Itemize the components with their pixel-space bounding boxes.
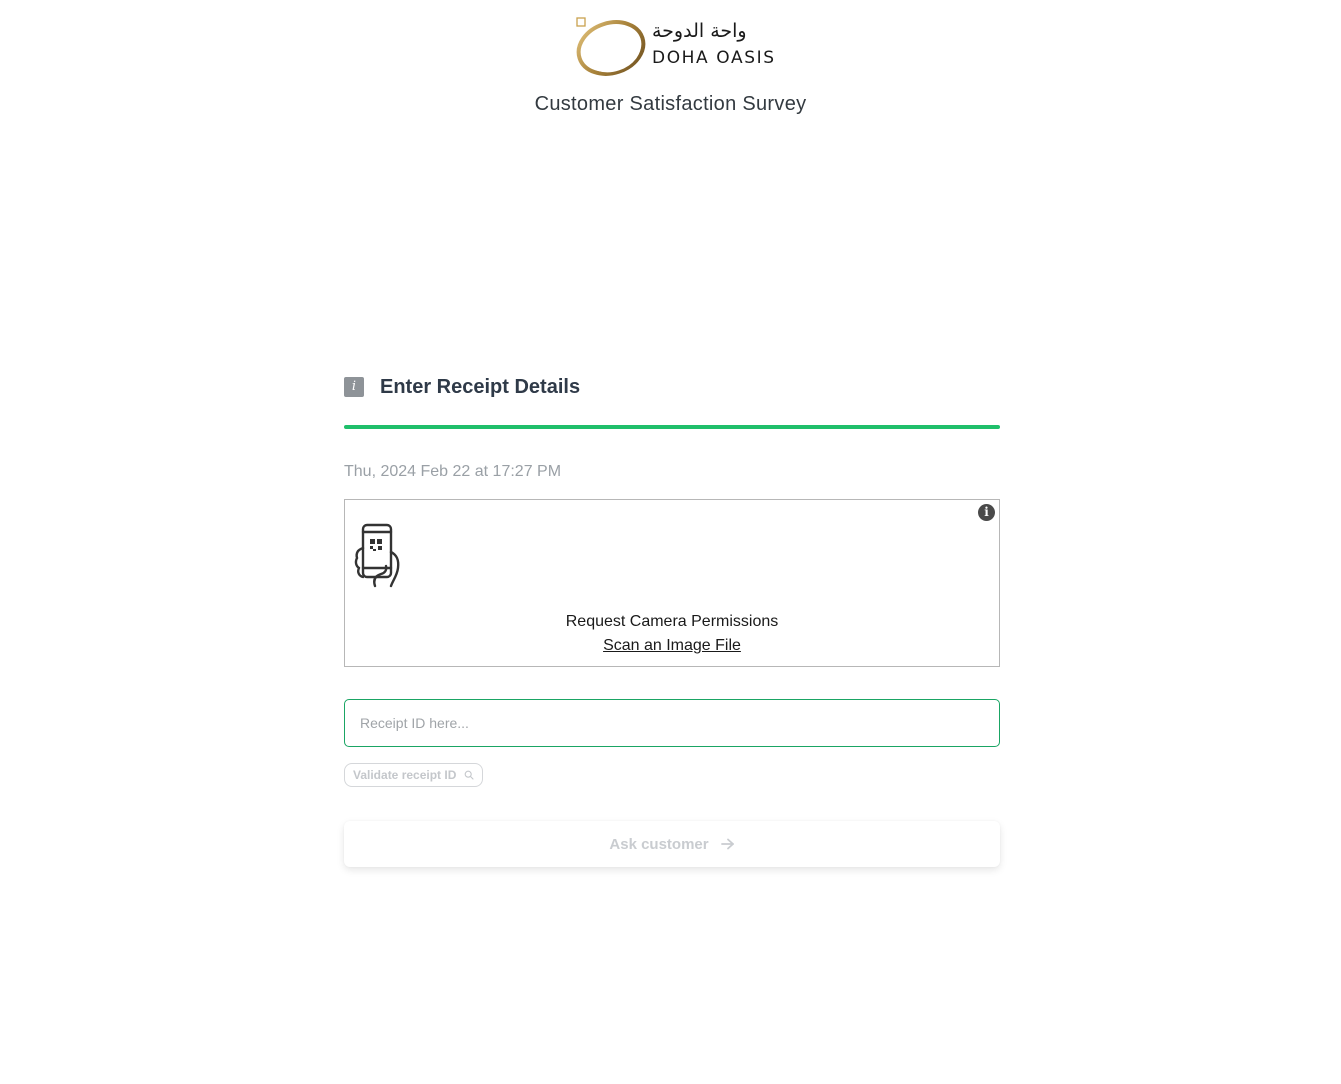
info-badge-icon: i xyxy=(344,377,364,397)
progress-bar xyxy=(344,425,1000,429)
step-header: i Enter Receipt Details xyxy=(344,372,1000,402)
arrow-right-icon xyxy=(720,838,734,850)
doha-oasis-logo: واحة الدوحة DOHA OASIS xyxy=(574,14,774,78)
receipt-id-input[interactable] xyxy=(344,699,1000,747)
validate-receipt-label: Validate receipt ID xyxy=(353,768,457,782)
step-title: Enter Receipt Details xyxy=(380,375,581,398)
search-icon xyxy=(465,770,474,780)
validate-receipt-button[interactable]: Validate receipt ID xyxy=(344,763,484,787)
logo-arabic-text: واحة الدوحة xyxy=(652,20,747,42)
logo-latin-text: DOHA OASIS xyxy=(652,48,776,68)
scan-image-file-link[interactable]: Scan an Image File xyxy=(345,637,999,655)
ask-customer-label: Ask customer xyxy=(609,835,709,853)
oasis-ring-icon xyxy=(576,17,646,76)
phone-qr-hand-icon xyxy=(354,523,400,588)
scanner-info-icon[interactable]: i xyxy=(978,504,995,521)
timestamp: Thu, 2024 Feb 22 at 17:27 PM xyxy=(344,463,562,480)
survey-title: Customer Satisfaction Survey xyxy=(534,93,807,115)
page: واحة الدوحة DOHA OASIS Customer Satisfac… xyxy=(0,0,1341,1084)
request-camera-permissions-button[interactable]: Request Camera Permissions xyxy=(345,613,999,631)
receipt-panel: i Enter Receipt Details Thu, 2024 Feb 22… xyxy=(344,372,1000,867)
ask-customer-button[interactable]: Ask customer xyxy=(344,821,1000,867)
qr-scanner-box: i Request Camera Permissions Scan an Ima… xyxy=(344,499,1000,667)
